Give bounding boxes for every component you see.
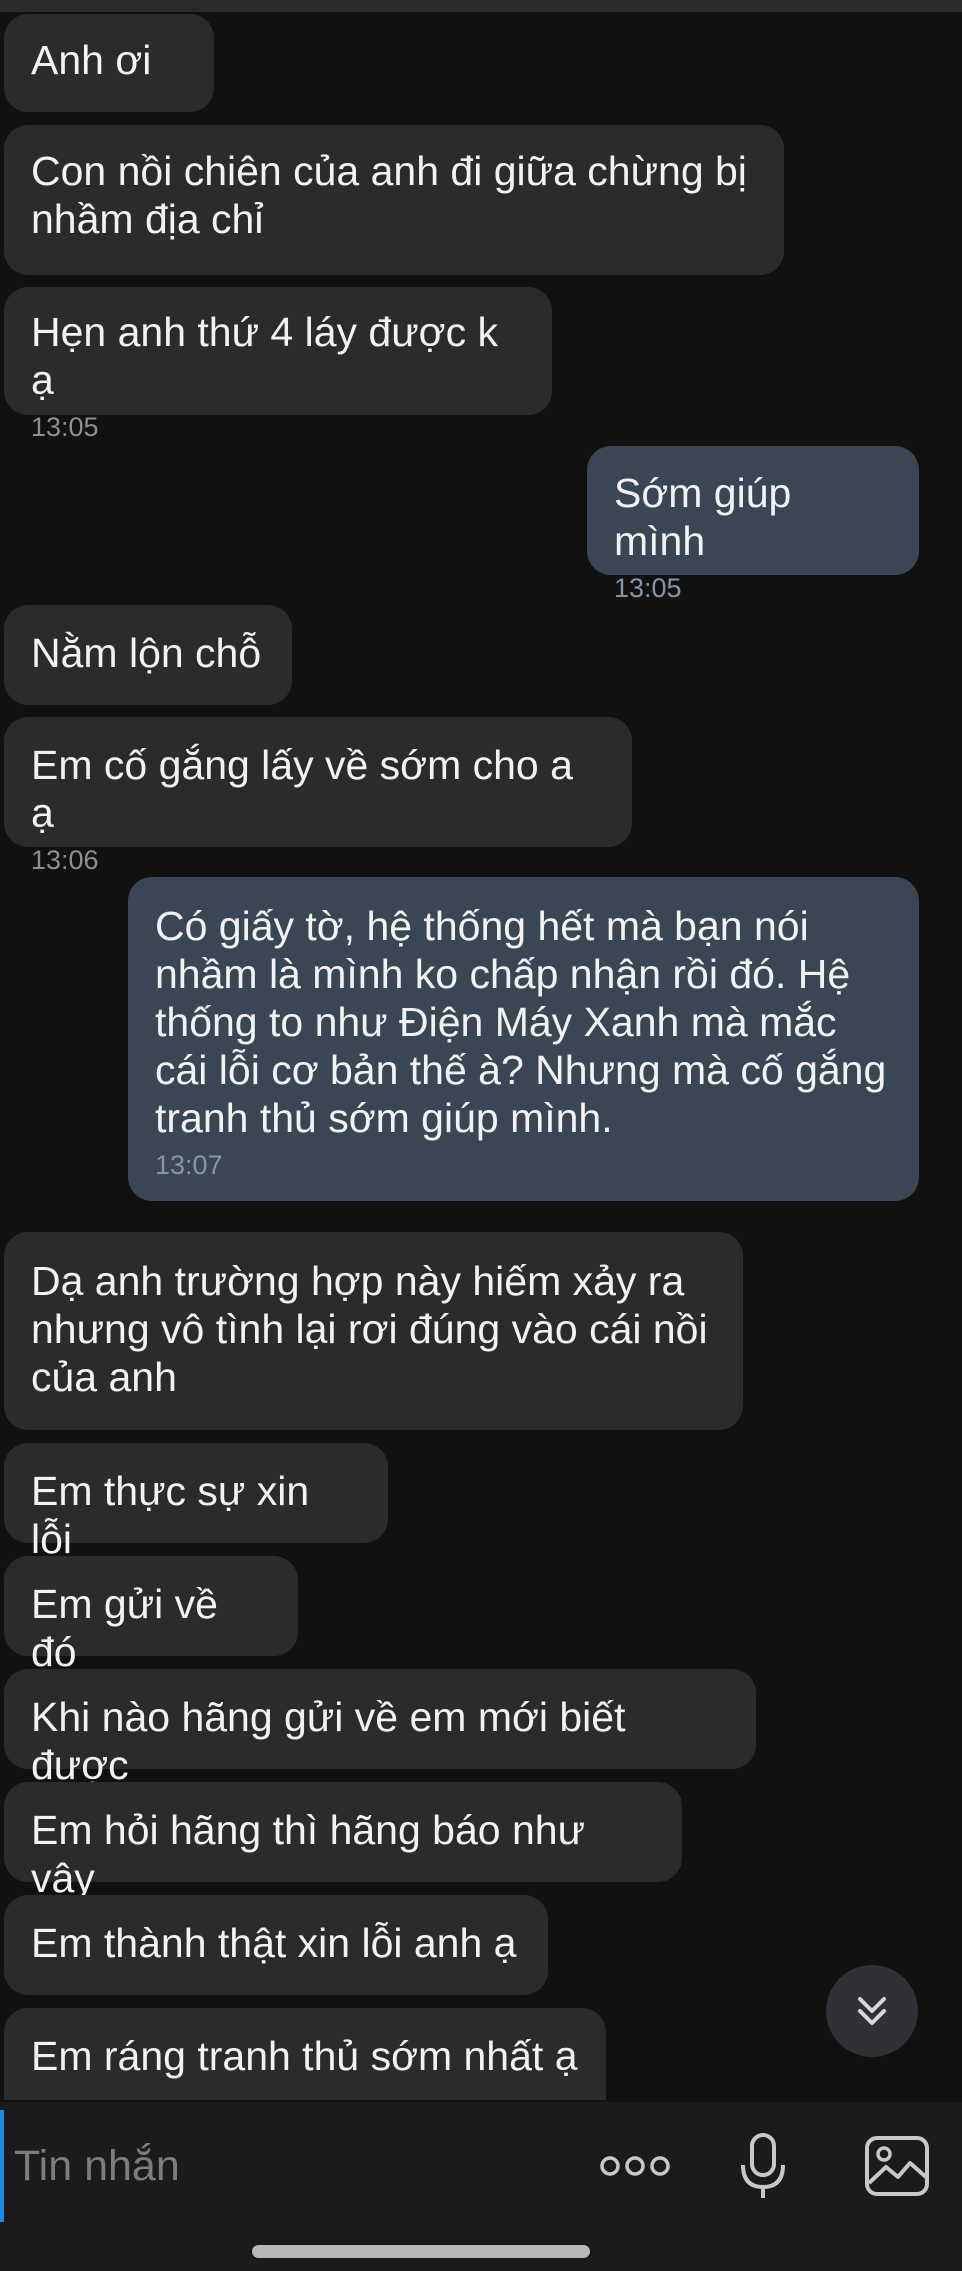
message-bubble-outgoing[interactable]: Có giấy tờ, hệ thống hết mà bạn nói nhầm…: [128, 877, 919, 1201]
message-bubble-incoming[interactable]: Nằm lộn chỗ: [4, 605, 292, 705]
message-bubble-incoming[interactable]: Em thực sự xin lỗi: [4, 1443, 388, 1562]
scroll-to-bottom-button[interactable]: [826, 1965, 918, 2057]
image-icon: [865, 2136, 929, 2196]
message-bubble-outgoing[interactable]: Sớm giúp mình 13:05: [587, 446, 919, 603]
message-bubble-incoming[interactable]: Em thành thật xin lỗi anh ạ: [4, 1895, 548, 1995]
message-bubble-incoming[interactable]: Anh ơi: [4, 14, 214, 112]
message-time: 13:06: [31, 845, 99, 875]
message-bubble-incoming[interactable]: Con nồi chiên của anh đi giữa chừng bị n…: [4, 125, 784, 275]
attach-image-button[interactable]: [858, 2128, 936, 2204]
message-time: 13:05: [31, 412, 99, 442]
message-bubble-incoming[interactable]: Em gửi về đó: [4, 1556, 298, 1675]
message-text: Em hỏi hãng thì hãng báo như vậy: [31, 1807, 597, 1901]
message-text: Em cố gắng lấy về sớm cho a ạ: [31, 742, 585, 836]
message-text: Sớm giúp mình: [614, 470, 803, 564]
message-time: 13:05: [614, 573, 682, 603]
message-text: Có giấy tờ, hệ thống hết mà bạn nói nhầm…: [155, 903, 887, 1141]
message-text: Em thực sự xin lỗi: [31, 1468, 321, 1562]
message-text: Con nồi chiên của anh đi giữa chừng bị n…: [31, 148, 747, 242]
double-chevron-down-icon: [858, 1997, 886, 2025]
message-time: 13:07: [155, 1150, 223, 1180]
message-bubble-incoming[interactable]: Hẹn anh thứ 4 láy được k ạ 13:05: [4, 287, 552, 442]
microphone-icon: [741, 2133, 785, 2198]
message-text: Khi nào hãng gửi về em mới biết được: [31, 1694, 637, 1788]
message-list[interactable]: Anh ơi Con nồi chiên của anh đi giữa chừ…: [0, 0, 962, 2100]
message-text: Em ráng tranh thủ sớm nhất ạ: [31, 2033, 578, 2079]
message-bubble-incoming[interactable]: Em ráng tranh thủ sớm nhất ạ: [4, 2008, 606, 2100]
voice-button[interactable]: [728, 2124, 798, 2210]
message-bubble-incoming[interactable]: Dạ anh trường hợp này hiếm xảy ra nhưng …: [4, 1232, 743, 1430]
message-text: Anh ơi: [31, 37, 152, 83]
home-indicator: [252, 2245, 590, 2258]
message-input[interactable]: [0, 2110, 576, 2222]
more-button[interactable]: [590, 2136, 680, 2196]
message-text: Em thành thật xin lỗi anh ạ: [31, 1920, 517, 1966]
message-bubble-incoming[interactable]: Khi nào hãng gửi về em mới biết được: [4, 1669, 756, 1788]
more-icon: [600, 2156, 670, 2176]
message-text: Dạ anh trường hợp này hiếm xảy ra nhưng …: [31, 1258, 708, 1400]
message-bubble-incoming[interactable]: Em cố gắng lấy về sớm cho a ạ 13:06: [4, 717, 632, 875]
message-text: Nằm lộn chỗ: [31, 630, 262, 676]
message-bubble-incoming[interactable]: Em hỏi hãng thì hãng báo như vậy: [4, 1782, 682, 1901]
message-text: Em gửi về đó: [31, 1581, 230, 1675]
message-text: Hẹn anh thứ 4 láy được k ạ: [31, 309, 510, 403]
